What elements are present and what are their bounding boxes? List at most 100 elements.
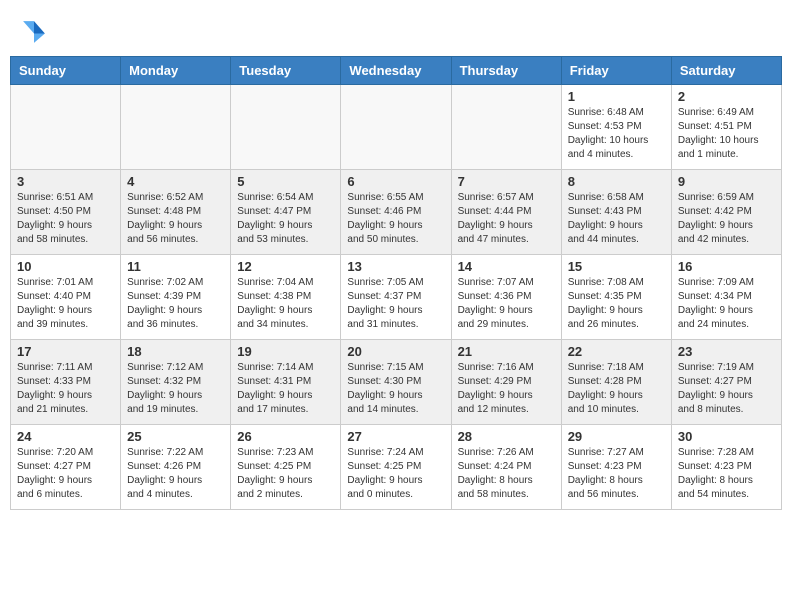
calendar-cell: 22 Sunrise: 7:18 AM Sunset: 4:28 PM Dayli…: [561, 340, 671, 425]
day-info: Sunrise: 6:58 AM Sunset: 4:43 PM Dayligh…: [568, 191, 665, 247]
calendar-cell: 10 Sunrise: 7:01 AM Sunset: 4:40 PM Dayli…: [11, 255, 121, 340]
day-number: 2: [678, 89, 775, 104]
calendar-cell: 14 Sunrise: 7:07 AM Sunset: 4:36 PM Dayli…: [451, 255, 561, 340]
day-number: 22: [568, 344, 665, 359]
day-number: 20: [347, 344, 444, 359]
day-info: Sunrise: 7:04 AM Sunset: 4:38 PM Dayligh…: [237, 276, 334, 332]
calendar-cell: 9 Sunrise: 6:59 AM Sunset: 4:42 PM Daylig…: [671, 170, 781, 255]
day-number: 3: [17, 174, 114, 189]
day-number: 12: [237, 259, 334, 274]
calendar-cell: 12 Sunrise: 7:04 AM Sunset: 4:38 PM Dayli…: [231, 255, 341, 340]
calendar-cell: [231, 85, 341, 170]
calendar-cell: 26 Sunrise: 7:23 AM Sunset: 4:25 PM Dayli…: [231, 425, 341, 510]
calendar-header-wednesday: Wednesday: [341, 57, 451, 85]
calendar-cell: [451, 85, 561, 170]
day-info: Sunrise: 7:20 AM Sunset: 4:27 PM Dayligh…: [17, 446, 114, 502]
day-number: 24: [17, 429, 114, 444]
calendar-header-row: SundayMondayTuesdayWednesdayThursdayFrid…: [11, 57, 782, 85]
day-info: Sunrise: 6:54 AM Sunset: 4:47 PM Dayligh…: [237, 191, 334, 247]
day-info: Sunrise: 6:49 AM Sunset: 4:51 PM Dayligh…: [678, 106, 775, 162]
day-number: 23: [678, 344, 775, 359]
day-number: 19: [237, 344, 334, 359]
day-info: Sunrise: 7:26 AM Sunset: 4:24 PM Dayligh…: [458, 446, 555, 502]
calendar-cell: [11, 85, 121, 170]
day-info: Sunrise: 7:07 AM Sunset: 4:36 PM Dayligh…: [458, 276, 555, 332]
calendar-header-friday: Friday: [561, 57, 671, 85]
day-info: Sunrise: 7:02 AM Sunset: 4:39 PM Dayligh…: [127, 276, 224, 332]
day-number: 7: [458, 174, 555, 189]
day-info: Sunrise: 7:14 AM Sunset: 4:31 PM Dayligh…: [237, 361, 334, 417]
calendar-cell: 23 Sunrise: 7:19 AM Sunset: 4:27 PM Dayli…: [671, 340, 781, 425]
day-info: Sunrise: 7:24 AM Sunset: 4:25 PM Dayligh…: [347, 446, 444, 502]
week-row-2: 3 Sunrise: 6:51 AM Sunset: 4:50 PM Daylig…: [11, 170, 782, 255]
calendar-cell: 15Sunrise: 7:08 AM Sunset: 4:35 PM Dayli…: [561, 255, 671, 340]
day-number: 9: [678, 174, 775, 189]
page-header: [0, 0, 792, 56]
calendar-cell: [341, 85, 451, 170]
day-info: Sunrise: 6:48 AM Sunset: 4:53 PM Dayligh…: [568, 106, 665, 162]
calendar-cell: 11 Sunrise: 7:02 AM Sunset: 4:39 PM Dayli…: [121, 255, 231, 340]
day-info: Sunrise: 7:05 AM Sunset: 4:37 PM Dayligh…: [347, 276, 444, 332]
week-row-5: 24 Sunrise: 7:20 AM Sunset: 4:27 PM Dayli…: [11, 425, 782, 510]
day-number: 15: [568, 259, 665, 274]
day-info: Sunrise: 7:23 AM Sunset: 4:25 PM Dayligh…: [237, 446, 334, 502]
day-number: 28: [458, 429, 555, 444]
calendar-header-saturday: Saturday: [671, 57, 781, 85]
day-info: Sunrise: 7:28 AM Sunset: 4:23 PM Dayligh…: [678, 446, 775, 502]
day-number: 10: [17, 259, 114, 274]
day-number: 13: [347, 259, 444, 274]
calendar-cell: 21 Sunrise: 7:16 AM Sunset: 4:29 PM Dayli…: [451, 340, 561, 425]
day-info: Sunrise: 6:59 AM Sunset: 4:42 PM Dayligh…: [678, 191, 775, 247]
calendar-cell: 19 Sunrise: 7:14 AM Sunset: 4:31 PM Dayli…: [231, 340, 341, 425]
day-info: Sunrise: 7:27 AM Sunset: 4:23 PM Dayligh…: [568, 446, 665, 502]
calendar-cell: 1 Sunrise: 6:48 AM Sunset: 4:53 PM Daylig…: [561, 85, 671, 170]
calendar-cell: [121, 85, 231, 170]
day-number: 26: [237, 429, 334, 444]
day-info: Sunrise: 6:52 AM Sunset: 4:48 PM Dayligh…: [127, 191, 224, 247]
week-row-4: 17 Sunrise: 7:11 AM Sunset: 4:33 PM Dayli…: [11, 340, 782, 425]
day-number: 1: [568, 89, 665, 104]
day-number: 11: [127, 259, 224, 274]
calendar-cell: 17 Sunrise: 7:11 AM Sunset: 4:33 PM Dayli…: [11, 340, 121, 425]
calendar-header-sunday: Sunday: [11, 57, 121, 85]
day-number: 27: [347, 429, 444, 444]
calendar-cell: 27 Sunrise: 7:24 AM Sunset: 4:25 PM Dayli…: [341, 425, 451, 510]
calendar-cell: 3 Sunrise: 6:51 AM Sunset: 4:50 PM Daylig…: [11, 170, 121, 255]
day-info: Sunrise: 7:22 AM Sunset: 4:26 PM Dayligh…: [127, 446, 224, 502]
day-number: 21: [458, 344, 555, 359]
day-info: Sunrise: 7:01 AM Sunset: 4:40 PM Dayligh…: [17, 276, 114, 332]
logo: [20, 18, 52, 46]
day-info: Sunrise: 7:12 AM Sunset: 4:32 PM Dayligh…: [127, 361, 224, 417]
day-number: 18: [127, 344, 224, 359]
day-info: Sunrise: 7:15 AM Sunset: 4:30 PM Dayligh…: [347, 361, 444, 417]
day-number: 5: [237, 174, 334, 189]
week-row-1: 1 Sunrise: 6:48 AM Sunset: 4:53 PM Daylig…: [11, 85, 782, 170]
calendar-cell: 18 Sunrise: 7:12 AM Sunset: 4:32 PM Dayli…: [121, 340, 231, 425]
calendar-cell: 20 Sunrise: 7:15 AM Sunset: 4:30 PM Dayli…: [341, 340, 451, 425]
calendar-cell: 4 Sunrise: 6:52 AM Sunset: 4:48 PM Daylig…: [121, 170, 231, 255]
calendar-cell: 29Sunrise: 7:27 AM Sunset: 4:23 PM Dayli…: [561, 425, 671, 510]
day-info: Sunrise: 7:19 AM Sunset: 4:27 PM Dayligh…: [678, 361, 775, 417]
day-number: 14: [458, 259, 555, 274]
calendar-cell: 25 Sunrise: 7:22 AM Sunset: 4:26 PM Dayli…: [121, 425, 231, 510]
day-info: Sunrise: 7:09 AM Sunset: 4:34 PM Dayligh…: [678, 276, 775, 332]
calendar-cell: 28 Sunrise: 7:26 AM Sunset: 4:24 PM Dayli…: [451, 425, 561, 510]
calendar-table: SundayMondayTuesdayWednesdayThursdayFrid…: [10, 56, 782, 510]
page-container: SundayMondayTuesdayWednesdayThursdayFrid…: [0, 0, 792, 510]
calendar-header-tuesday: Tuesday: [231, 57, 341, 85]
day-info: Sunrise: 6:57 AM Sunset: 4:44 PM Dayligh…: [458, 191, 555, 247]
calendar-cell: 24 Sunrise: 7:20 AM Sunset: 4:27 PM Dayli…: [11, 425, 121, 510]
calendar-cell: 13 Sunrise: 7:05 AM Sunset: 4:37 PM Dayli…: [341, 255, 451, 340]
day-number: 25: [127, 429, 224, 444]
day-info: Sunrise: 7:16 AM Sunset: 4:29 PM Dayligh…: [458, 361, 555, 417]
calendar-cell: 5 Sunrise: 6:54 AM Sunset: 4:47 PM Daylig…: [231, 170, 341, 255]
day-info: Sunrise: 6:51 AM Sunset: 4:50 PM Dayligh…: [17, 191, 114, 247]
calendar-header-monday: Monday: [121, 57, 231, 85]
day-info: Sunrise: 7:11 AM Sunset: 4:33 PM Dayligh…: [17, 361, 114, 417]
calendar-header-thursday: Thursday: [451, 57, 561, 85]
day-number: 4: [127, 174, 224, 189]
day-info: Sunrise: 7:18 AM Sunset: 4:28 PM Dayligh…: [568, 361, 665, 417]
calendar-cell: 30Sunrise: 7:28 AM Sunset: 4:23 PM Dayli…: [671, 425, 781, 510]
day-info: Sunrise: 6:55 AM Sunset: 4:46 PM Dayligh…: [347, 191, 444, 247]
day-number: 17: [17, 344, 114, 359]
